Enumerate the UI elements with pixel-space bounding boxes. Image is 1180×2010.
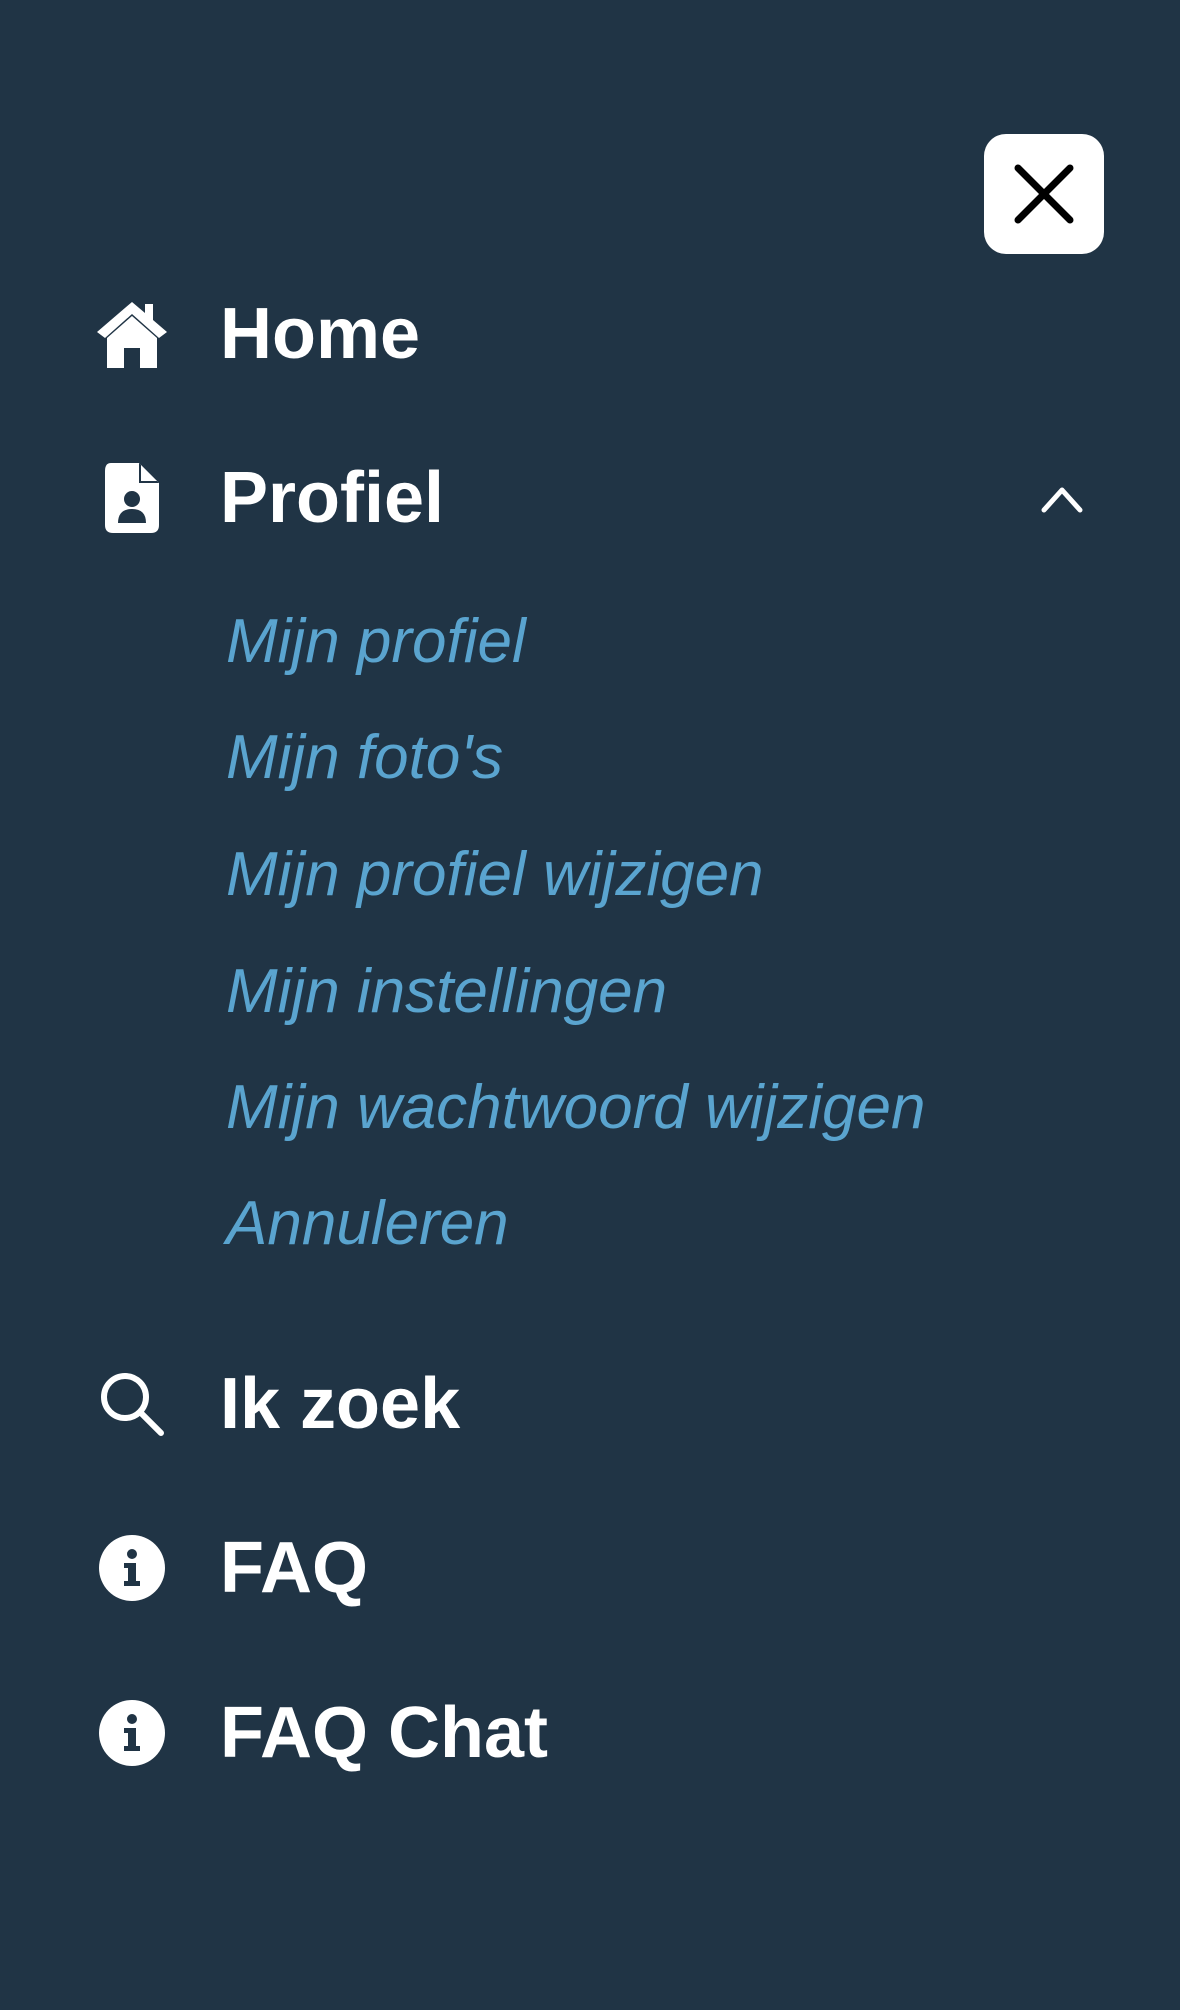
submenu-item-mijn-wachtwoord-wijzigen[interactable]: Mijn wachtwoord wijzigen — [226, 1058, 926, 1158]
submenu-item-mijn-profiel[interactable]: Mijn profiel — [226, 592, 526, 692]
submenu-item-mijn-instellingen[interactable]: Mijn instellingen — [226, 942, 667, 1042]
nav-item-faq[interactable]: FAQ — [0, 1508, 1180, 1628]
close-menu-button[interactable] — [984, 134, 1104, 254]
submenu-item-mijn-profiel-wijzigen[interactable]: Mijn profiel wijzigen — [226, 825, 764, 925]
chevron-up-icon[interactable] — [1040, 480, 1084, 516]
info-icon — [92, 1693, 172, 1773]
info-icon — [92, 1528, 172, 1608]
profile-document-icon — [92, 458, 172, 538]
submenu-item-mijn-fotos[interactable]: Mijn foto's — [226, 708, 503, 808]
nav-item-faq-chat[interactable]: FAQ Chat — [0, 1673, 1180, 1793]
nav-label-profiel: Profiel — [220, 458, 445, 538]
nav-item-ik-zoek[interactable]: Ik zoek — [0, 1344, 1180, 1464]
home-icon — [92, 294, 172, 374]
nav-label-faq-chat: FAQ Chat — [220, 1693, 549, 1773]
submenu-item-annuleren[interactable]: Annuleren — [226, 1174, 509, 1274]
search-icon — [92, 1364, 172, 1444]
nav-item-profiel[interactable]: Profiel — [0, 438, 1180, 558]
nav-label-ik-zoek: Ik zoek — [220, 1364, 461, 1444]
close-icon — [1014, 164, 1074, 224]
nav-label-faq: FAQ — [220, 1528, 369, 1608]
nav-item-home[interactable]: Home — [0, 274, 1180, 394]
nav-label-home: Home — [220, 294, 421, 374]
